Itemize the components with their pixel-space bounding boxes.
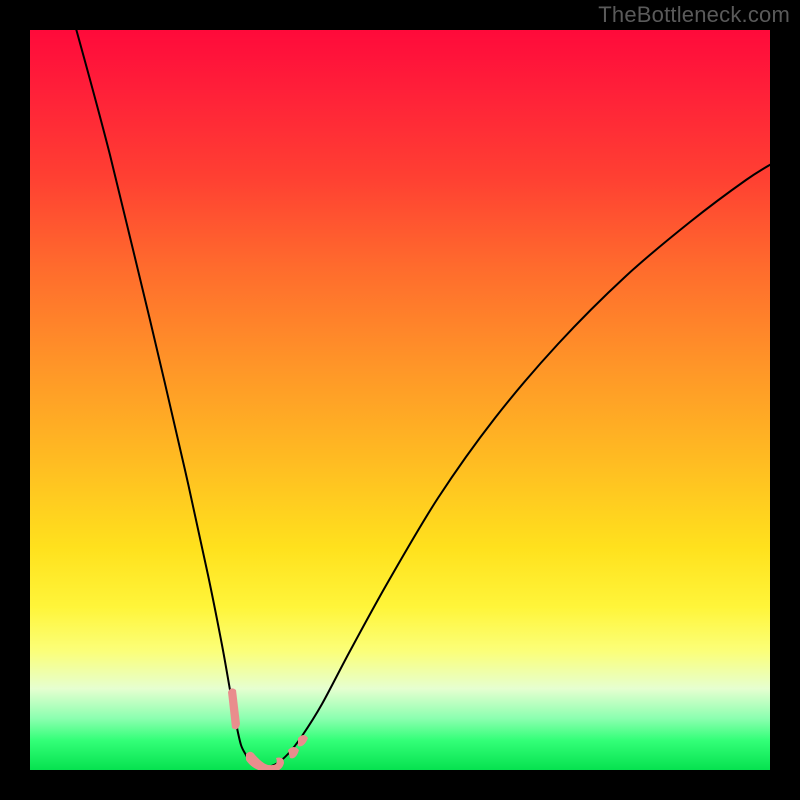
curve-marker-0 — [228, 688, 240, 729]
curve-marker-2 — [288, 747, 299, 758]
bottleneck-curve — [75, 30, 770, 767]
chart-svg — [30, 30, 770, 770]
curve-marker-1 — [246, 752, 284, 770]
curve-marker-3 — [298, 735, 308, 746]
watermark-text: TheBottleneck.com — [598, 2, 790, 28]
chart-frame — [30, 30, 770, 770]
curve-markers — [228, 688, 308, 770]
